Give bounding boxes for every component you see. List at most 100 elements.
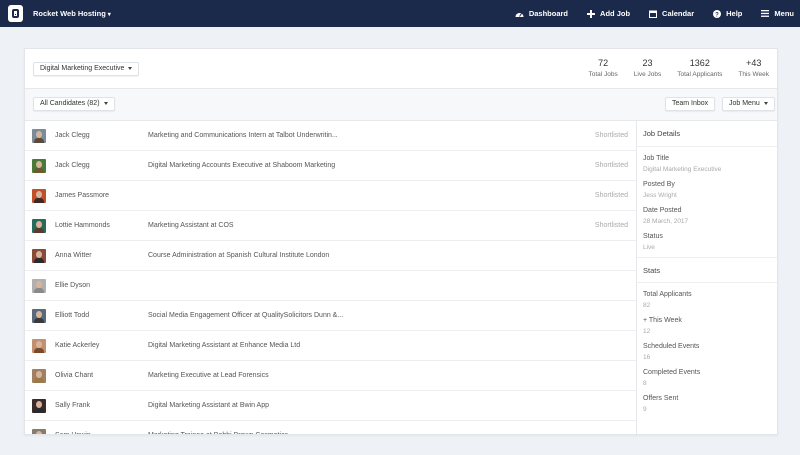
stat-value: 1362 [689,58,710,68]
candidate-status: Shortlisted [594,192,628,199]
top-nav-bar: Rocket Web Hosting ▾ Dashboard Add Job Ca… [0,0,800,27]
stat-value: +43 [746,58,762,68]
brand-label: Rocket Web Hosting [33,9,106,18]
detail-value: Live [643,244,655,251]
detail-value: 8 [643,380,647,387]
candidate-row[interactable]: James Passmore Shortlisted [25,181,636,211]
nav-dashboard[interactable]: Dashboard [515,9,568,18]
candidate-row[interactable]: Elliott Todd Social Media Engagement Off… [25,301,636,331]
candidate-row[interactable]: Jack Clegg Marketing and Communications … [25,121,636,151]
job-card: Digital Marketing Executive 72 Total Job… [24,48,778,435]
candidate-name: Sam Unwin [55,432,91,434]
chevron-down-icon [763,101,768,105]
stat-total-applicants[interactable]: 1362 Total Applicants [677,58,722,78]
candidate-name: Anna Witter [55,252,92,259]
candidate-status: Shortlisted [594,132,628,139]
nav-add-job-label: Add Job [600,9,631,18]
stat-label: Total Applicants [677,71,723,78]
avatar [32,249,46,263]
avatar [32,279,46,293]
nav-calendar[interactable]: Calendar [648,9,694,18]
stat-value: 72 [598,58,609,68]
app-logo-icon[interactable] [8,5,23,22]
detail-value: Jess Wright [643,192,677,199]
detail-label: Date Posted [643,207,682,214]
nav-menu: Dashboard Add Job Calendar ? Help Menu [497,0,794,27]
detail-field: Total Applicants 82 [637,291,777,309]
avatar [32,129,46,143]
stat-label: Total Jobs [588,71,618,78]
candidate-position: Marketing Trainee at Bobbi Brown Cosmeti… [148,432,288,434]
svg-text:?: ? [715,12,719,18]
candidate-row[interactable]: Olivia Chant Marketing Executive at Lead… [25,361,636,391]
hamburger-icon [760,9,769,18]
candidate-row[interactable]: Jack Clegg Digital Marketing Accounts Ex… [25,151,636,181]
detail-field: Status Live [637,233,777,251]
job-menu-dropdown[interactable]: Job Menu [722,97,775,111]
stat-total-jobs[interactable]: 72 Total Jobs [588,58,617,78]
candidate-status: Shortlisted [594,222,628,229]
stat-label: This Week [738,71,769,78]
detail-field: Offers Sent 9 [637,395,777,413]
candidate-position: Course Administration at Spanish Cultura… [148,252,330,259]
detail-value: 82 [643,302,651,309]
candidate-row[interactable]: Sam Unwin Marketing Trainee at Bobbi Bro… [25,421,636,434]
candidate-row[interactable]: Ellie Dyson [25,271,636,301]
nav-menu-toggle[interactable]: Menu [760,9,794,18]
job-menu-label: Job Menu [729,100,760,107]
help-icon: ? [712,9,721,18]
detail-label: Offers Sent [643,395,679,402]
candidate-row[interactable]: Anna Witter Course Administration at Spa… [25,241,636,271]
candidate-row[interactable]: Lottie Hammonds Marketing Assistant at C… [25,211,636,241]
job-stats-summary: 72 Total Jobs 23 Live Jobs 1362 Total Ap… [572,58,769,78]
candidate-filter-dropdown[interactable]: All Candidates (82) [33,97,115,111]
candidate-name: Ellie Dyson [55,282,91,289]
stats-heading: Stats [637,257,777,283]
candidate-name: James Passmore [55,192,110,199]
team-inbox-button[interactable]: Team Inbox [665,97,716,111]
candidate-row[interactable]: Katie Ackerley Digital Marketing Assista… [25,331,636,361]
detail-label: + This Week [643,317,682,324]
candidate-list: Jack Clegg Marketing and Communications … [25,121,636,434]
chevron-down-icon [103,101,108,105]
detail-field: Completed Events 8 [637,369,777,387]
detail-field: + This Week 12 [637,317,777,335]
nav-menu-label: Menu [774,9,794,18]
detail-label: Job Title [643,155,670,162]
candidate-name: Elliott Todd [55,312,90,319]
candidate-status: Shortlisted [594,162,628,169]
detail-value: 16 [643,354,651,361]
detail-label: Scheduled Events [643,343,700,350]
candidate-name: Jack Clegg [55,162,90,169]
stat-label: Live Jobs [633,71,662,78]
nav-calendar-label: Calendar [662,9,695,18]
detail-field: Job Title Digital Marketing Executive [637,155,777,173]
avatar [32,219,46,233]
candidate-row[interactable]: Sally Frank Digital Marketing Assistant … [25,391,636,421]
chevron-down-icon: ▾ [107,12,111,18]
stat-this-week[interactable]: +43 This Week [738,58,769,78]
candidate-position: Digital Marketing Assistant at Bwin App [148,402,270,409]
detail-value: 9 [643,406,647,413]
avatar [32,429,46,434]
nav-help[interactable]: ? Help [712,9,742,18]
avatar [32,339,46,353]
detail-value: 28 March, 2017 [643,218,689,225]
candidate-position: Marketing and Communications Intern at T… [148,132,338,139]
stat-value: 23 [642,58,653,68]
detail-label: Status [643,233,663,240]
avatar [32,309,46,323]
candidate-name: Jack Clegg [55,132,90,139]
job-header: Digital Marketing Executive 72 Total Job… [25,49,777,89]
candidate-name: Olivia Chant [55,372,94,379]
job-select-dropdown[interactable]: Digital Marketing Executive [33,62,140,76]
chevron-down-icon [128,66,133,70]
candidate-position: Social Media Engagement Officer at Quali… [148,312,344,319]
candidate-name: Katie Ackerley [55,342,100,349]
candidate-name: Lottie Hammonds [55,222,110,229]
stat-live-jobs[interactable]: 23 Live Jobs [634,58,661,78]
detail-label: Total Applicants [643,291,692,298]
nav-add-job[interactable]: Add Job [586,9,630,18]
brand-dropdown[interactable]: Rocket Web Hosting ▾ [33,9,111,18]
avatar [32,369,46,383]
